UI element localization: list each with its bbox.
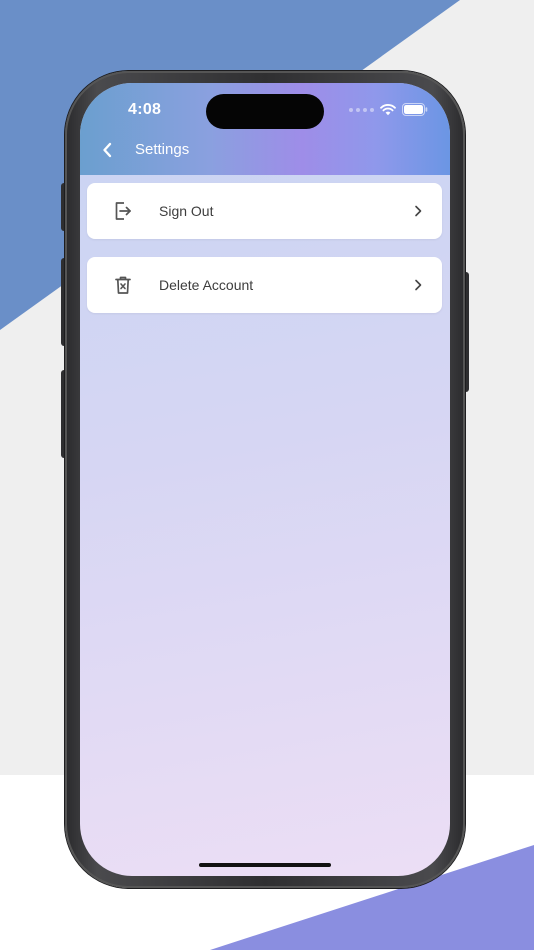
home-indicator[interactable] <box>199 863 331 867</box>
promo-canvas: 4:08 Settings Sign Out Delete Account <box>0 0 534 950</box>
dynamic-island <box>206 94 324 129</box>
battery-icon <box>402 103 428 116</box>
page-title: Settings <box>135 141 190 158</box>
delete-account-row[interactable]: Delete Account <box>87 257 442 313</box>
sign-out-row[interactable]: Sign Out <box>87 183 442 239</box>
status-time: 4:08 <box>128 101 162 118</box>
phone-screen: 4:08 Settings Sign Out Delete Account <box>80 83 450 876</box>
chevron-right-icon <box>415 205 422 217</box>
trash-icon <box>115 276 131 294</box>
signal-icon <box>349 107 374 112</box>
chevron-left-icon <box>103 142 112 158</box>
status-icons <box>349 103 428 116</box>
delete-account-label: Delete Account <box>159 277 254 293</box>
header-bar: 4:08 Settings <box>80 83 450 175</box>
back-button[interactable] <box>96 137 118 163</box>
wifi-icon <box>380 103 396 115</box>
sign-out-label: Sign Out <box>159 203 214 219</box>
sign-out-icon <box>115 202 131 220</box>
chevron-right-icon <box>415 279 422 291</box>
